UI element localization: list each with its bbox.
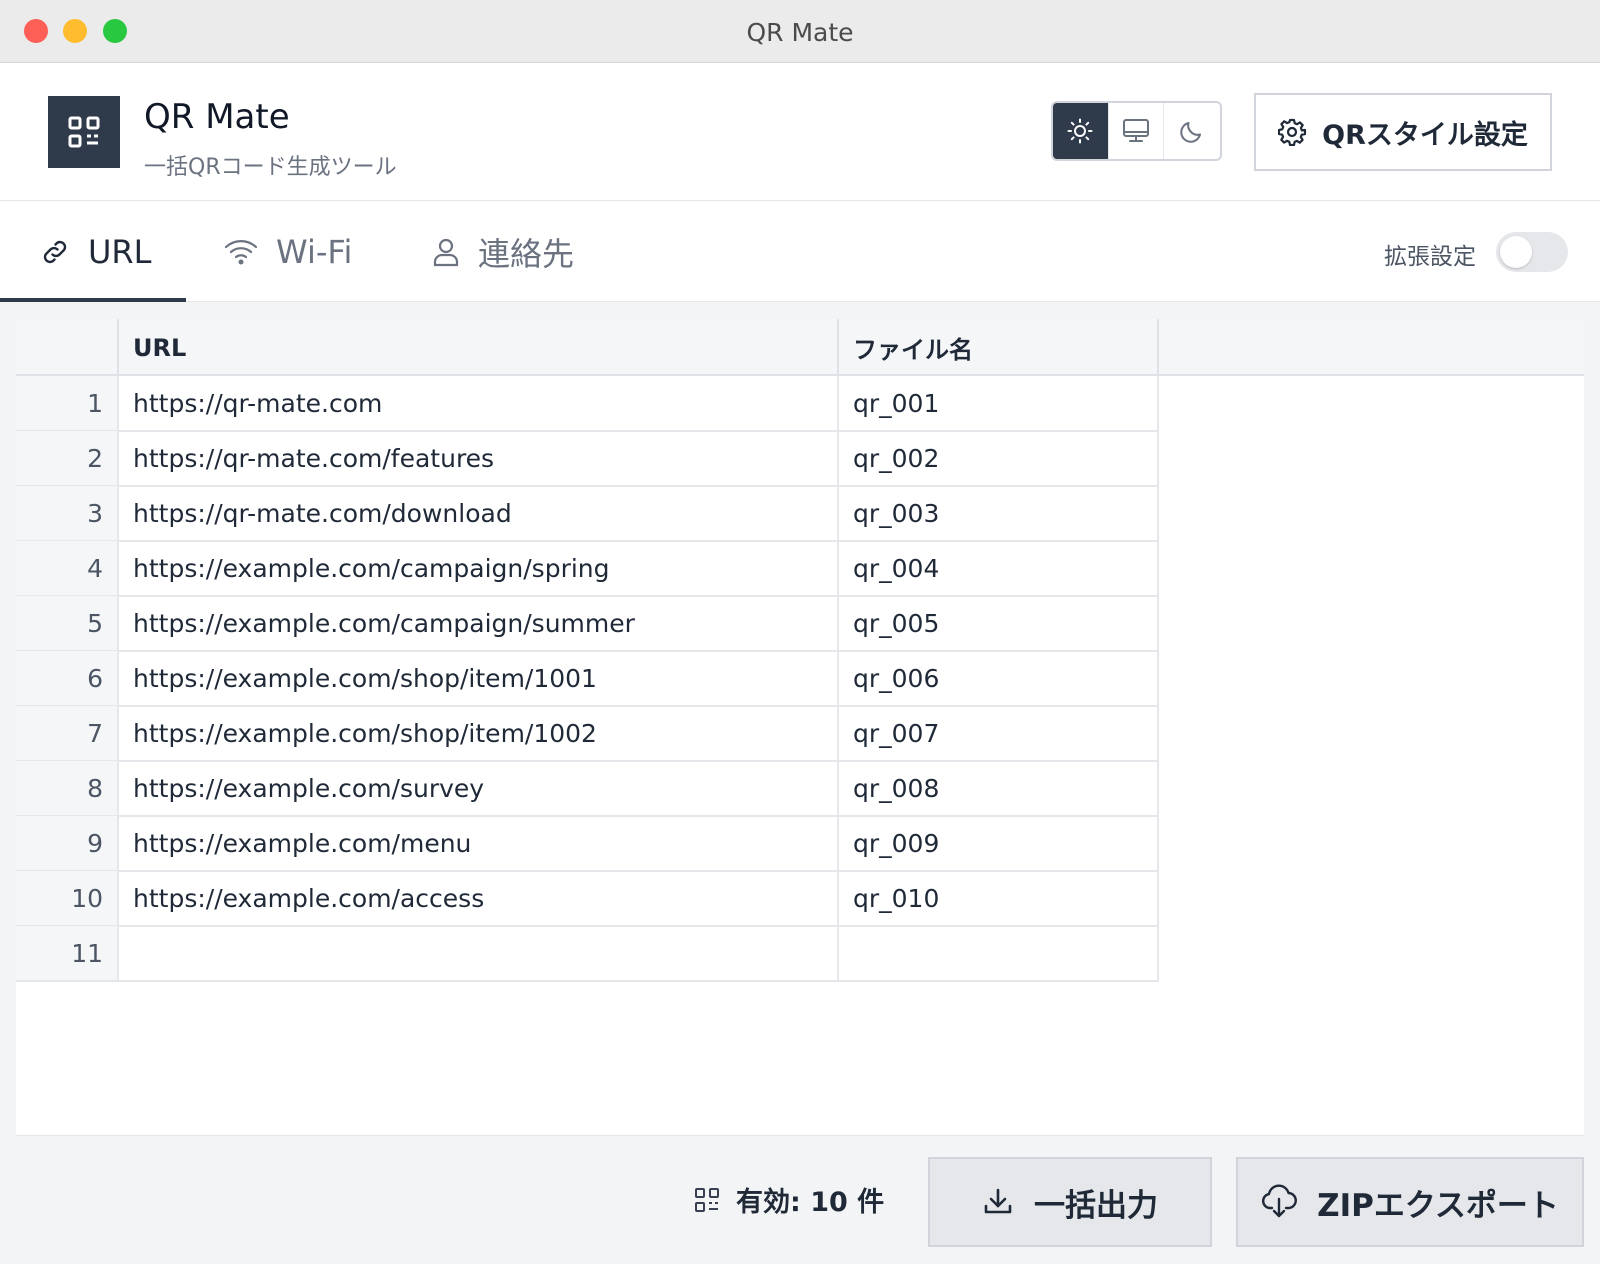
- table-row: 4 https://example.com/campaign/spring qr…: [16, 541, 1159, 597]
- content-area: URL ファイル名 1 https://qr-mate.com qr_001 2…: [0, 302, 1600, 1138]
- tab-contact[interactable]: 連絡先: [432, 201, 574, 302]
- footer-bar: 有効: 10 件 一括出力 ZIPエクスポート: [0, 1138, 1600, 1264]
- qr-style-settings-button[interactable]: QRスタイル設定: [1254, 93, 1552, 171]
- tab-wifi-label: Wi-Fi: [276, 232, 353, 271]
- tab-url[interactable]: URL: [40, 201, 186, 302]
- row-number: 9: [16, 816, 119, 870]
- wifi-icon: [224, 239, 258, 265]
- link-icon: [43, 240, 67, 263]
- data-grid: URL ファイル名 1 https://qr-mate.com qr_001 2…: [16, 319, 1584, 1136]
- zip-export-button[interactable]: ZIPエクスポート: [1236, 1157, 1584, 1247]
- table-row: 10 https://example.com/access qr_010: [16, 871, 1159, 927]
- url-cell[interactable]: https://example.com/campaign/summer: [119, 596, 839, 650]
- app-subtitle: 一括QRコード生成ツール: [144, 155, 397, 180]
- zip-export-label: ZIPエクスポート: [1317, 1187, 1559, 1224]
- grid-header: URL ファイル名: [16, 319, 1584, 376]
- filename-cell[interactable]: qr_004: [839, 541, 1159, 595]
- row-number: 5: [16, 596, 119, 650]
- tab-contact-label: 連絡先: [478, 234, 575, 273]
- app-header: QR Mate 一括QRコード生成ツール QRスタイル設定: [0, 63, 1600, 201]
- filename-cell[interactable]: [839, 926, 1159, 980]
- filename-cell[interactable]: qr_001: [839, 376, 1159, 430]
- table-row: 7 https://example.com/shop/item/1002 qr_…: [16, 706, 1159, 762]
- valid-count-label: 有効: 10 件: [736, 1187, 885, 1218]
- filename-column-header[interactable]: ファイル名: [839, 319, 1159, 376]
- url-cell[interactable]: https://qr-mate.com: [119, 376, 839, 430]
- gear-icon: [1278, 118, 1307, 146]
- sun-icon: [1067, 118, 1093, 144]
- table-row: 5 https://example.com/campaign/summer qr…: [16, 596, 1159, 652]
- row-number: 10: [16, 871, 119, 925]
- table-row: 9 https://example.com/menu qr_009: [16, 816, 1159, 872]
- window-title: QR Mate: [746, 18, 854, 47]
- filename-cell[interactable]: qr_006: [839, 651, 1159, 705]
- bulk-export-label: 一括出力: [1034, 1187, 1158, 1224]
- system-theme-button[interactable]: [1109, 103, 1165, 159]
- table-row: 2 https://qr-mate.com/features qr_002: [16, 431, 1159, 487]
- theme-switcher: [1051, 101, 1222, 161]
- filename-cell[interactable]: qr_003: [839, 486, 1159, 540]
- extended-settings-toggle[interactable]: [1496, 232, 1568, 272]
- url-cell[interactable]: https://example.com/access: [119, 871, 839, 925]
- url-cell[interactable]: https://example.com/shop/item/1001: [119, 651, 839, 705]
- bulk-export-button[interactable]: 一括出力: [928, 1157, 1212, 1247]
- app-window: QR Mate QR Mate 一括QRコード生成ツール QRスタイル設定 UR…: [0, 0, 1600, 1264]
- row-number: 4: [16, 541, 119, 595]
- table-row: 3 https://qr-mate.com/download qr_003: [16, 486, 1159, 542]
- input-type-tabs: URL Wi-Fi 連絡先 拡張設定: [0, 201, 1600, 302]
- row-number: 7: [16, 706, 119, 760]
- moon-icon: [1180, 122, 1202, 143]
- table-row: 8 https://example.com/survey qr_008: [16, 761, 1159, 817]
- url-cell[interactable]: https://qr-mate.com/download: [119, 486, 839, 540]
- row-number: 6: [16, 651, 119, 705]
- url-column-header[interactable]: URL: [119, 319, 839, 376]
- light-theme-button[interactable]: [1053, 103, 1109, 159]
- row-number: 8: [16, 761, 119, 815]
- download-icon: [984, 1188, 1012, 1214]
- app-name: QR Mate: [144, 97, 290, 137]
- row-number: 1: [16, 376, 119, 430]
- row-number: 3: [16, 486, 119, 540]
- monitor-icon: [1123, 119, 1149, 142]
- url-cell[interactable]: https://example.com/survey: [119, 761, 839, 815]
- row-number: 11: [16, 926, 119, 980]
- row-number: 2: [16, 431, 119, 485]
- filename-cell[interactable]: qr_008: [839, 761, 1159, 815]
- dark-theme-button[interactable]: [1164, 103, 1220, 159]
- filename-cell[interactable]: qr_009: [839, 816, 1159, 870]
- url-cell[interactable]: https://example.com/shop/item/1002: [119, 706, 839, 760]
- tab-wifi[interactable]: Wi-Fi: [224, 201, 352, 302]
- url-cell[interactable]: https://example.com/campaign/spring: [119, 541, 839, 595]
- filename-cell[interactable]: qr_005: [839, 596, 1159, 650]
- cloud-download-icon: [1262, 1184, 1298, 1218]
- valid-count: 有効: 10 件: [694, 1180, 884, 1219]
- user-icon: [433, 238, 459, 266]
- filename-cell[interactable]: qr_010: [839, 871, 1159, 925]
- qr-code-icon: [695, 1187, 719, 1212]
- qr-style-settings-label: QRスタイル設定: [1322, 119, 1528, 151]
- url-cell[interactable]: https://example.com/menu: [119, 816, 839, 870]
- url-cell[interactable]: [119, 926, 839, 980]
- table-row: 1 https://qr-mate.com qr_001: [16, 376, 1159, 432]
- toggle-knob: [1500, 236, 1532, 268]
- title-bar: QR Mate: [0, 0, 1600, 63]
- url-cell[interactable]: https://qr-mate.com/features: [119, 431, 839, 485]
- filename-cell[interactable]: qr_007: [839, 706, 1159, 760]
- table-row: 11: [16, 926, 1159, 982]
- tab-url-label: URL: [88, 232, 152, 271]
- table-row: 6 https://example.com/shop/item/1001 qr_…: [16, 651, 1159, 707]
- row-number-header: [16, 319, 119, 376]
- qr-logo-icon: [48, 96, 120, 168]
- extended-settings-label: 拡張設定: [1384, 244, 1476, 270]
- filename-cell[interactable]: qr_002: [839, 431, 1159, 485]
